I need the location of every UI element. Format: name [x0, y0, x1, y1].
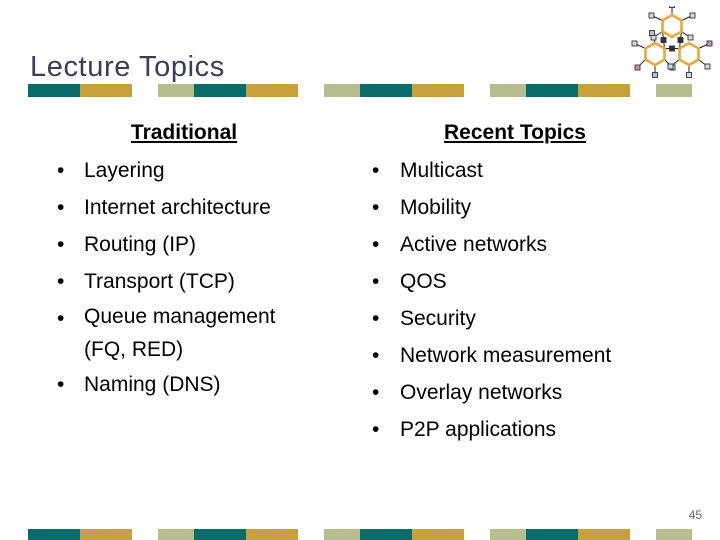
header-decorative-bar [28, 84, 692, 97]
bullet-icon: • [372, 418, 380, 441]
molecule-atom-node [687, 34, 694, 41]
list-item-label: Internet architecture [84, 196, 271, 219]
molecule-atom-node [669, 45, 675, 52]
topic-list-traditional: • Layering • Internet architecture • Routing … [36, 152, 354, 403]
decorative-bar-segment [412, 84, 464, 97]
page-number: 45 [688, 508, 702, 522]
list-item: • Security [358, 300, 688, 337]
list-item: • Active networks [358, 226, 688, 263]
molecule-atom-node [652, 72, 658, 78]
decorative-bar-segment [80, 84, 132, 97]
footer-decorative-bar [28, 529, 692, 540]
bullet-icon: • [372, 307, 380, 330]
bullet-icon: • [372, 196, 380, 219]
decorative-bar-segment [80, 529, 132, 540]
list-item-label: Naming (DNS) [84, 373, 221, 396]
page-title: Lecture Topics [30, 51, 225, 84]
molecule-atom-node [686, 72, 692, 78]
decorative-bar-segment [360, 529, 412, 540]
molecule-atom-node [634, 64, 641, 71]
list-item: • Layering [36, 152, 354, 189]
list-item: • Queue management (FQ, RED) [36, 300, 354, 366]
list-item: • Network measurement [358, 337, 688, 374]
list-item-label: Routing (IP) [84, 233, 197, 256]
decorative-bar-segment [246, 84, 298, 97]
decorative-bar-segment [656, 529, 692, 540]
list-item: • Transport (TCP) [36, 263, 354, 300]
list-item-label: Layering [84, 159, 165, 182]
list-item-label: Mobility [400, 196, 472, 219]
column-traditional: Traditional • Layering • Internet architect… [36, 120, 354, 403]
bullet-icon: • [57, 270, 65, 293]
decorative-bar-segment [28, 529, 80, 540]
molecule-ring [661, 13, 683, 39]
list-item-label: Queue management (FQ, RED) [84, 305, 276, 361]
decorative-bar-segment [412, 529, 464, 540]
list-item: • Mobility [358, 189, 688, 226]
bullet-icon: • [372, 344, 380, 367]
list-item-label: P2P applications [400, 418, 557, 441]
molecule-atom-node [649, 30, 655, 36]
decorative-bar-segment [578, 84, 630, 97]
molecule-ring [644, 41, 666, 67]
decorative-bar-segment [656, 84, 692, 97]
decorative-bar-segment [194, 529, 246, 540]
list-item: • P2P applications [358, 411, 688, 448]
list-item-label: Security [400, 307, 476, 330]
molecule-atom-node [669, 6, 675, 8]
molecule-atom-node [706, 40, 713, 47]
column-heading-traditional: Traditional [130, 121, 238, 144]
decorative-bar-segment [194, 84, 246, 97]
list-item: • Internet architecture [36, 189, 354, 226]
molecule-atom-node [660, 37, 667, 43]
column-heading-recent: Recent Topics [444, 121, 586, 144]
molecule-logo [631, 6, 713, 78]
bullet-icon: • [57, 233, 65, 256]
list-item: • Multicast [358, 152, 688, 189]
bullet-icon: • [372, 270, 380, 293]
list-item-label: Overlay networks [400, 381, 563, 404]
list-item: • QOS [358, 263, 688, 300]
bullet-icon: • [57, 373, 65, 396]
list-item-label: Network measurement [400, 344, 612, 367]
column-recent: Recent Topics • Multicast • Mobility • Active… [358, 120, 688, 448]
bullet-icon: • [57, 196, 65, 219]
bullet-icon: • [372, 381, 380, 404]
decorative-bar-segment [526, 529, 578, 540]
list-item-label: Active networks [400, 233, 548, 256]
molecule-ring [678, 41, 700, 67]
bullet-icon: • [372, 233, 380, 256]
topic-list-recent: • Multicast • Mobility • Active networks • QOS •… [358, 152, 688, 448]
molecule-atom-node [648, 12, 655, 19]
list-item-label: Transport (TCP) [84, 270, 235, 293]
bullet-icon: • [372, 159, 380, 182]
decorative-bar-segment [28, 84, 80, 97]
decorative-bar-segment [578, 529, 630, 540]
list-item: • Routing (IP) [36, 226, 354, 263]
list-item-label: Multicast [400, 159, 483, 182]
list-item: • Naming (DNS) [36, 366, 354, 403]
bullet-icon: • [57, 307, 65, 330]
list-item: • Overlay networks [358, 374, 688, 411]
decorative-bar-segment [526, 84, 578, 97]
decorative-bar-segment [246, 529, 298, 540]
decorative-bar-segment [360, 84, 412, 97]
molecule-atom-node [689, 12, 696, 19]
slide-canvas: Lecture Topics Traditional • Layering • Int… [0, 0, 720, 540]
molecule-atom-node [667, 63, 674, 70]
molecule-atom-node [631, 40, 638, 47]
bullet-icon: • [57, 159, 65, 182]
list-item-label: QOS [400, 270, 447, 293]
molecule-atom-node [677, 37, 684, 43]
molecule-atom-node [704, 63, 711, 70]
